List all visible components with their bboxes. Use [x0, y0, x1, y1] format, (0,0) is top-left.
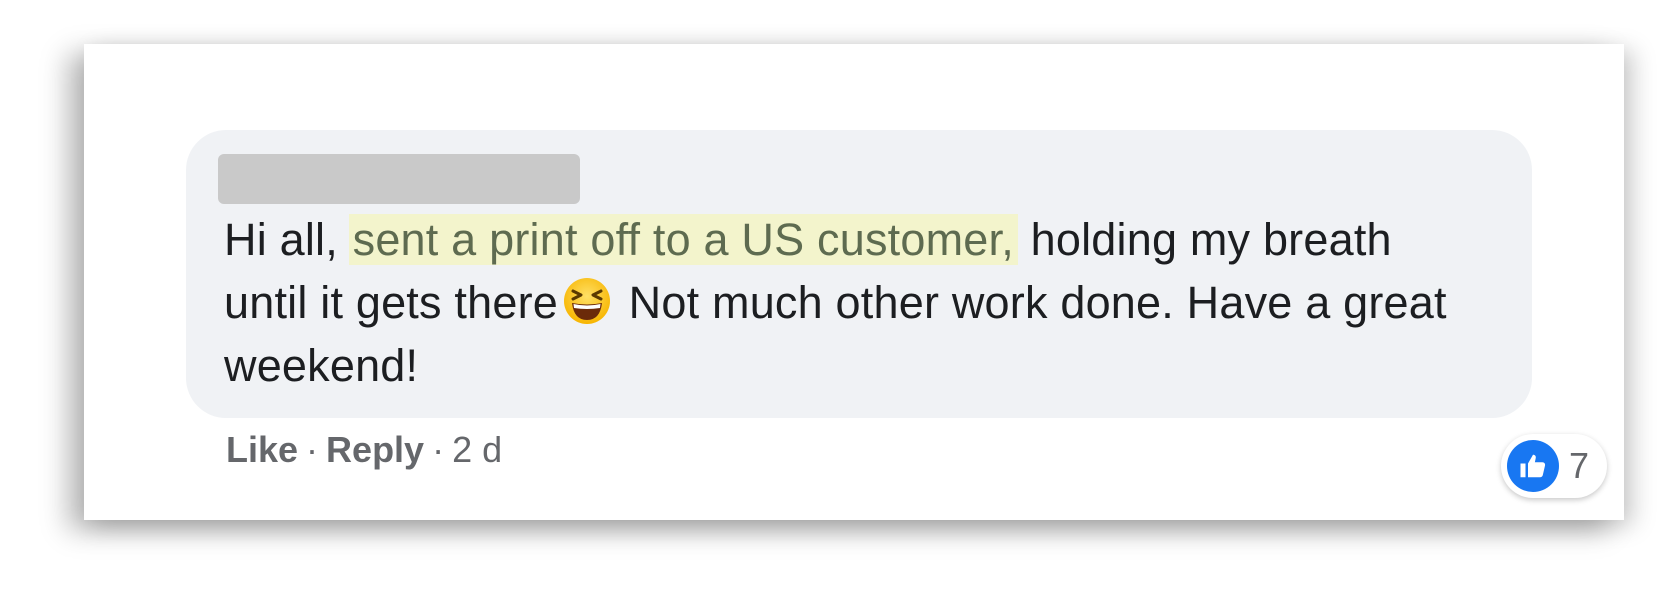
laughing-squinting-face-icon	[563, 278, 610, 324]
like-button[interactable]: Like	[226, 429, 298, 470]
comment-actions: Like · Reply · 2 d	[226, 428, 502, 472]
comment-text-intro: Hi all,	[224, 214, 351, 265]
separator-dot: ·	[306, 429, 319, 470]
like-thumbs-up-icon	[1507, 440, 1559, 492]
author-name-redacted	[218, 154, 580, 204]
screenshot-canvas: Hi all, sent a print off to a US custome…	[0, 0, 1662, 593]
comment-text: Hi all, sent a print off to a US custome…	[224, 208, 1484, 397]
separator-dot: ·	[432, 429, 445, 470]
reply-button[interactable]: Reply	[326, 429, 424, 470]
reaction-summary[interactable]: 7	[1501, 434, 1608, 498]
comment-timestamp[interactable]: 2 d	[452, 429, 502, 470]
comment-highlighted-phrase: sent a print off to a US customer,	[348, 214, 1018, 265]
reaction-count: 7	[1569, 445, 1590, 486]
comment-bubble: Hi all, sent a print off to a US custome…	[186, 130, 1532, 418]
